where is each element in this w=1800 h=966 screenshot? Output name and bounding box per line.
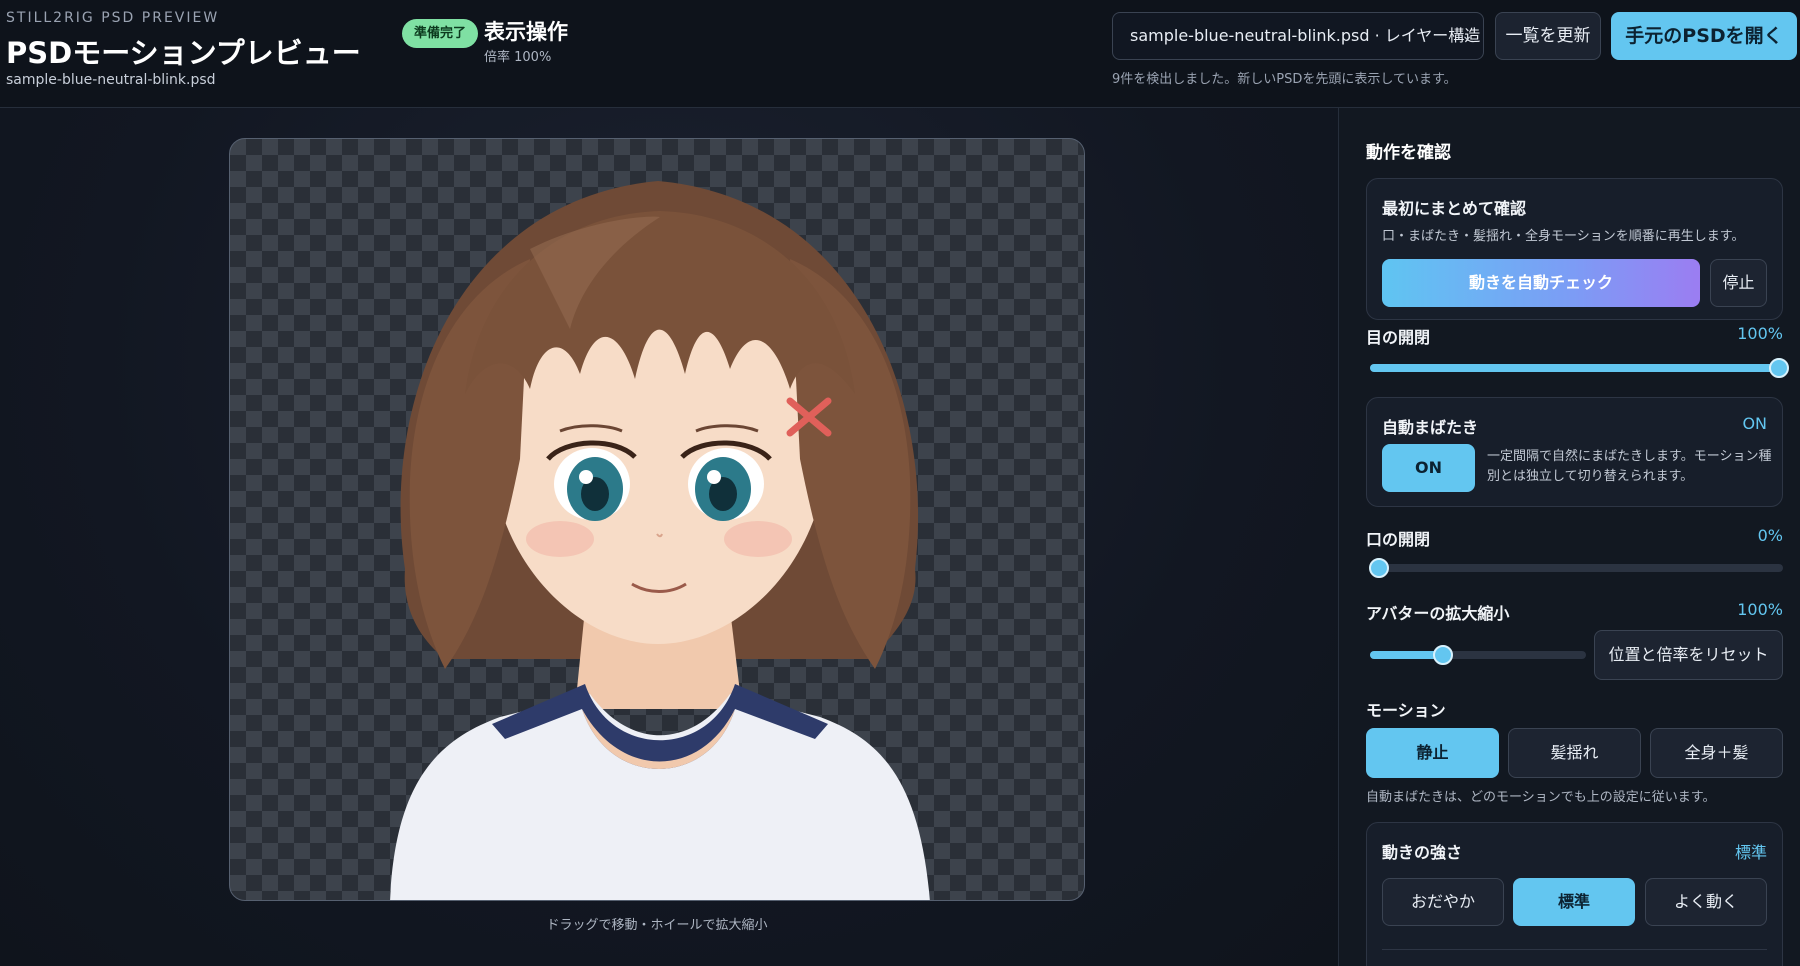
avatar-canvas[interactable] xyxy=(229,138,1085,901)
reset-position-scale-button[interactable]: 位置と倍率をリセット xyxy=(1594,630,1783,680)
avatar-image xyxy=(390,181,930,900)
avatar-scale-slider-fill xyxy=(1370,651,1444,659)
auto-check-heading: 最初にまとめて確認 xyxy=(1382,199,1527,218)
eye-open-value: 100% xyxy=(1737,324,1783,343)
mouth-open-slider[interactable] xyxy=(1369,558,1783,578)
motion-strength-card: 動きの強さ 標準 おだやか 標準 よく動く xyxy=(1366,822,1783,966)
eye-open-label: 目の開閉 xyxy=(1366,328,1431,347)
stop-button[interactable]: 停止 xyxy=(1710,259,1767,307)
auto-check-desc: 口・まばたき・髪揺れ・全身モーションを順番に再生します。 xyxy=(1382,229,1745,244)
avatar-scale-value: 100% xyxy=(1737,600,1783,619)
view-controls-title: 表示操作 xyxy=(484,20,568,44)
stage-hint: ドラッグで移動・ホイールで拡大縮小 xyxy=(546,918,768,933)
motion-option-still[interactable]: 静止 xyxy=(1366,728,1499,778)
avatar-scale-slider-thumb[interactable] xyxy=(1433,645,1454,665)
motion-strength-value: 標準 xyxy=(1734,843,1767,862)
refresh-list-button[interactable]: 一覧を更新 xyxy=(1495,12,1601,60)
auto-blink-desc: 一定間隔で自然にまばたきします。モーション種別とは独立して切り替えられます。 xyxy=(1487,449,1772,484)
app-title: PSDモーションプレビュー xyxy=(6,36,361,70)
mouth-open-slider-thumb[interactable] xyxy=(1369,558,1389,578)
strength-option-strong[interactable]: よく動く xyxy=(1645,878,1767,926)
zoom-readout: 倍率 100% xyxy=(484,50,552,65)
mouth-open-label: 口の開閉 xyxy=(1366,530,1431,549)
current-file-name: sample-blue-neutral-blink.psd xyxy=(6,72,216,88)
panel-title: 動作を確認 xyxy=(1366,143,1451,163)
psd-file-select[interactable]: sample-blue-neutral-blink.psd · レイヤー構造 ⌄ xyxy=(1112,12,1484,60)
strength-option-standard[interactable]: 標準 xyxy=(1513,878,1635,926)
divider xyxy=(1382,949,1767,950)
avatar-scale-label: アバターの拡大縮小 xyxy=(1366,604,1510,623)
auto-blink-heading: 自動まばたき xyxy=(1382,418,1479,437)
avatar-scale-slider[interactable] xyxy=(1370,645,1586,665)
auto-blink-card: 自動まばたき ON ON 一定間隔で自然にまばたきします。モーション種別とは独立… xyxy=(1366,397,1783,507)
preview-stage: ドラッグで移動・ホイールで拡大縮小 xyxy=(0,108,1338,966)
motion-note: 自動まばたきは、どのモーションでも上の設定に従います。 xyxy=(1366,790,1716,805)
auto-blink-toggle[interactable]: ON xyxy=(1382,444,1475,492)
status-badge: 準備完了 xyxy=(402,19,479,48)
motion-option-body-hair[interactable]: 全身＋髪 xyxy=(1650,728,1783,778)
top-bar: STILL2RIG PSD PREVIEW PSDモーションプレビュー samp… xyxy=(0,0,1800,108)
mouth-open-value: 0% xyxy=(1757,526,1783,545)
open-local-psd-button[interactable]: 手元のPSDを開く xyxy=(1611,12,1797,60)
auto-check-card: 最初にまとめて確認 口・まばたき・髪揺れ・全身モーションを順番に再生します。 動… xyxy=(1366,178,1783,320)
psd-file-select-value: sample-blue-neutral-blink.psd · レイヤー構造 xyxy=(1130,26,1481,45)
detect-note: 9件を検出しました。新しいPSDを先頭に表示しています。 xyxy=(1112,72,1457,87)
eye-open-slider[interactable] xyxy=(1370,358,1789,378)
auto-blink-state: ON xyxy=(1742,414,1767,433)
auto-check-button[interactable]: 動きを自動チェック xyxy=(1382,259,1700,307)
eye-open-slider-fill xyxy=(1370,364,1779,372)
eye-open-slider-thumb[interactable] xyxy=(1769,358,1789,378)
chevron-down-icon: ⌄ xyxy=(1461,28,1473,44)
control-panel: 動作を確認 最初にまとめて確認 口・まばたき・髪揺れ・全身モーションを順番に再生… xyxy=(1338,108,1800,966)
motion-strength-heading: 動きの強さ xyxy=(1382,843,1463,862)
strength-option-gentle[interactable]: おだやか xyxy=(1382,878,1504,926)
motion-option-hair-sway[interactable]: 髪揺れ xyxy=(1508,728,1641,778)
motion-label: モーション xyxy=(1366,701,1446,720)
app-eyebrow: STILL2RIG PSD PREVIEW xyxy=(6,10,220,26)
